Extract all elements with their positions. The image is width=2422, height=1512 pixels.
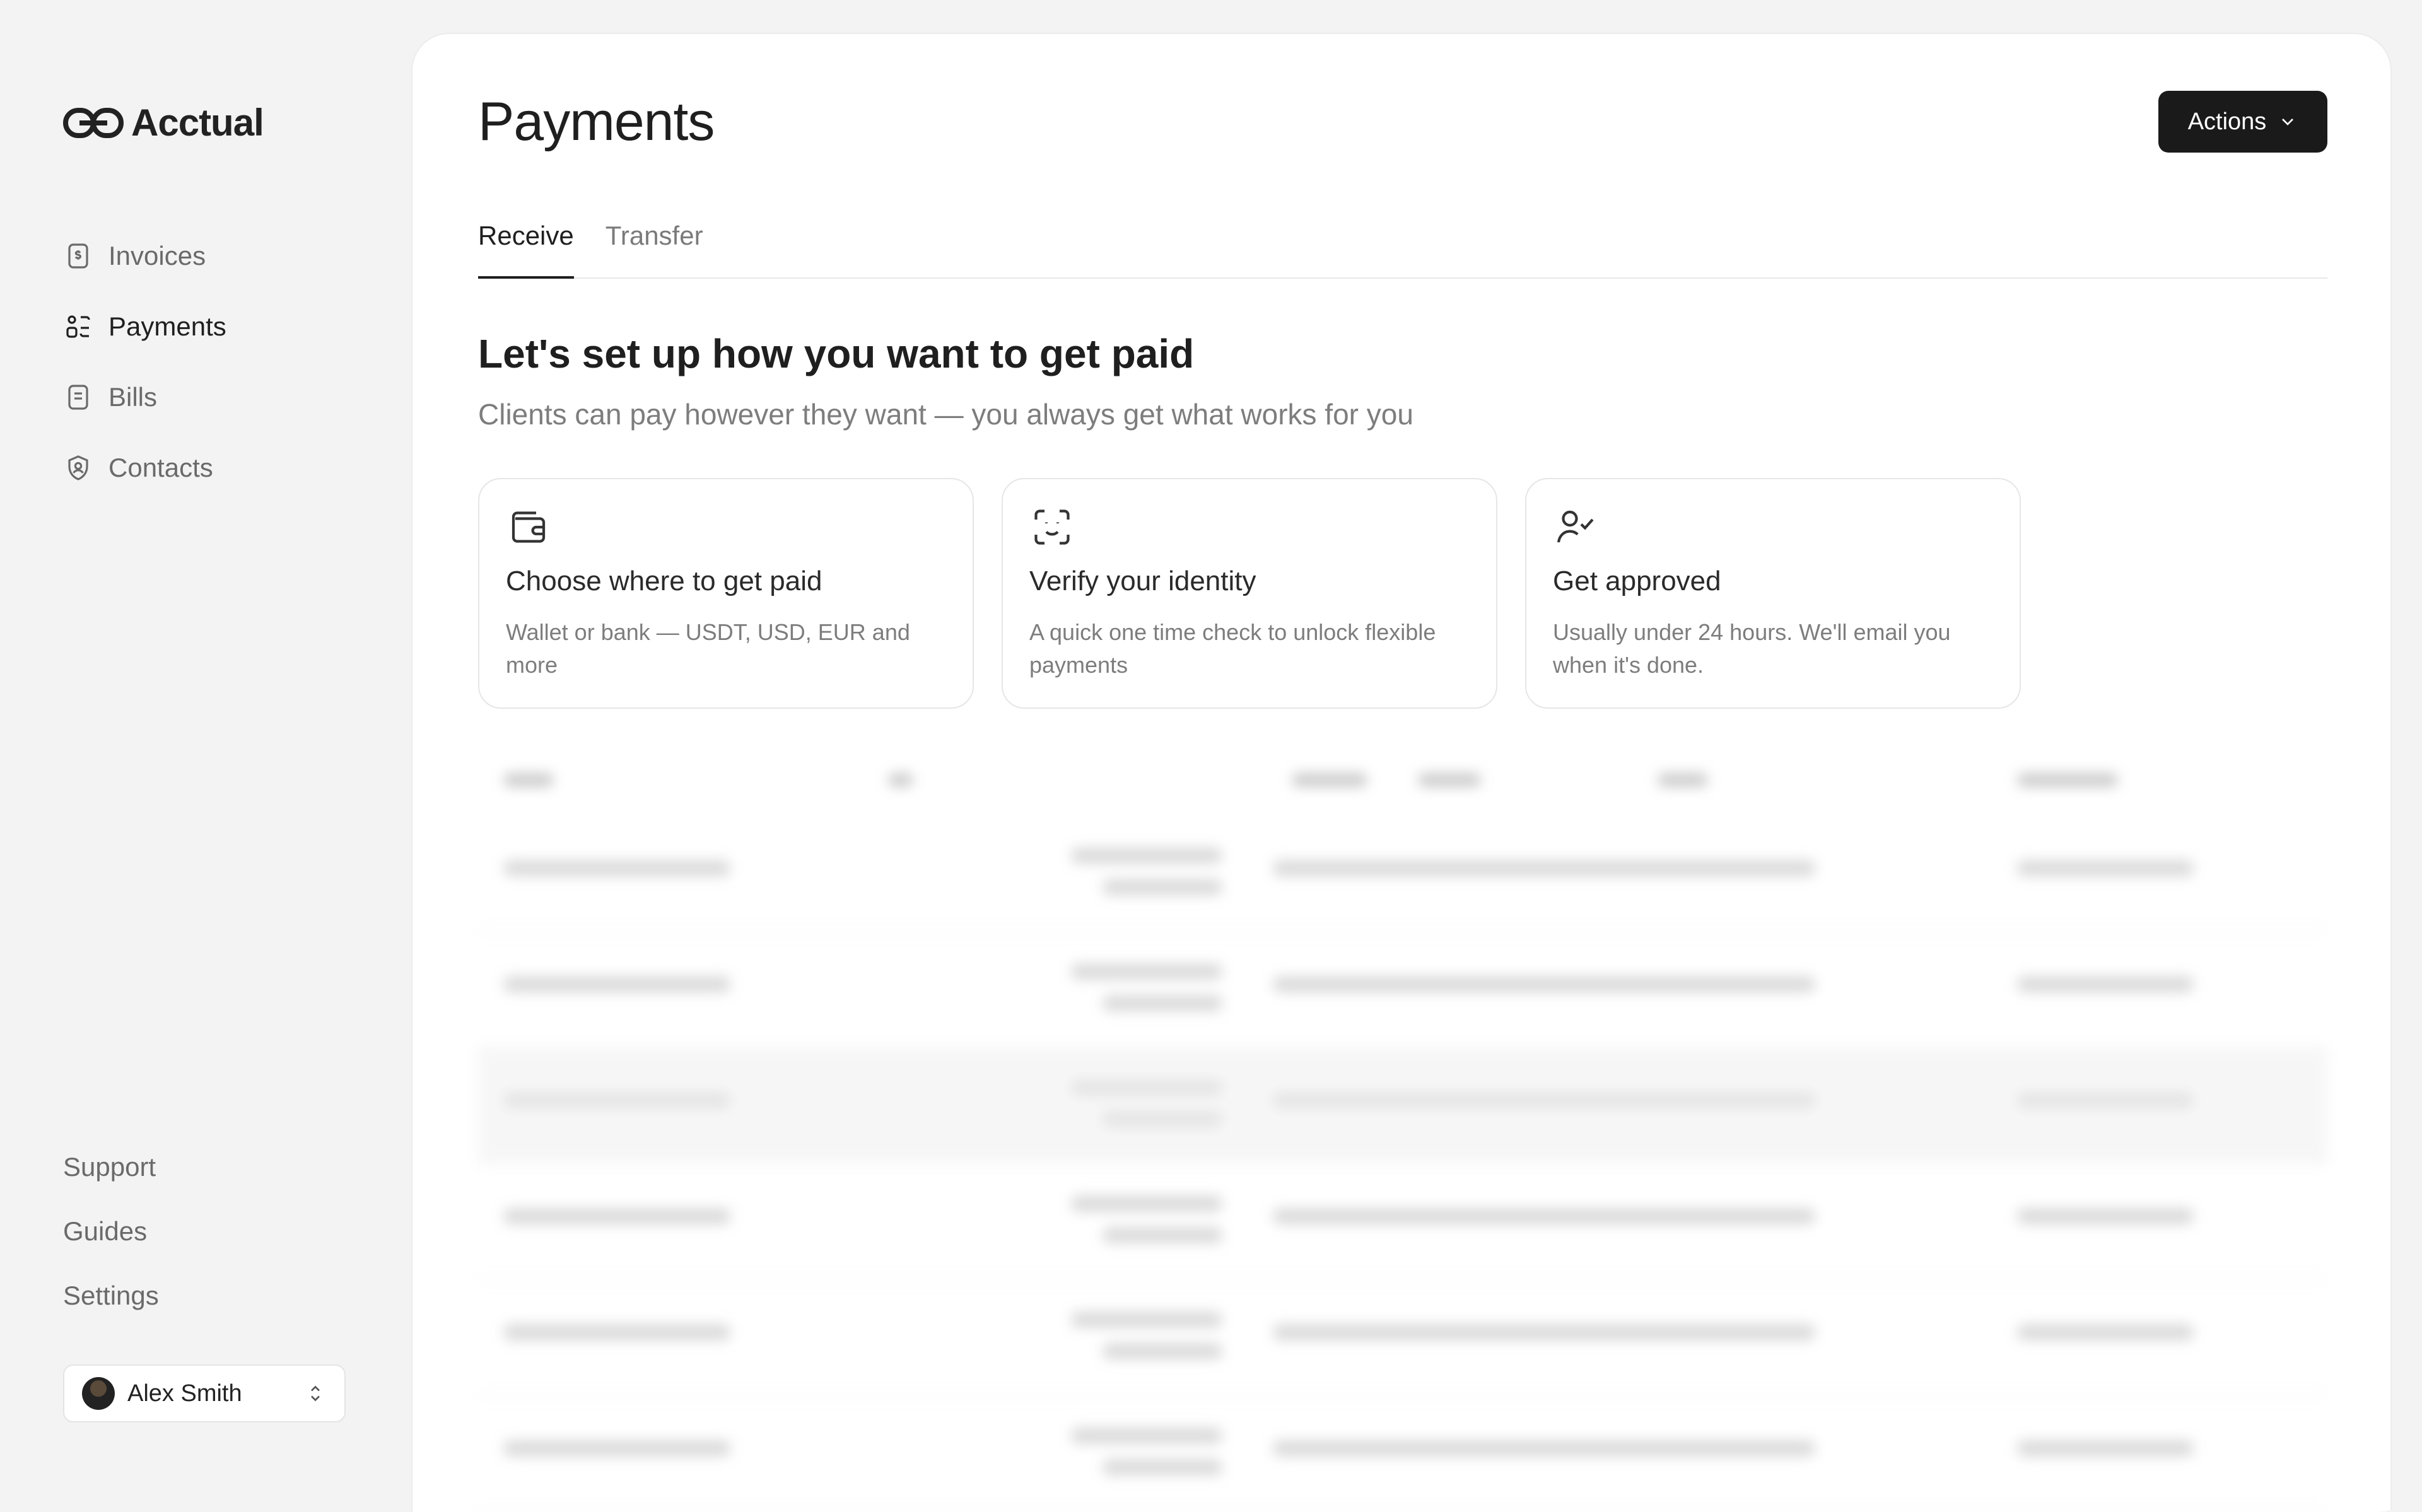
sidebar-item-contacts[interactable]: Contacts — [63, 433, 226, 503]
setup-steps: Choose where to get paid Wallet or bank … — [478, 478, 2021, 709]
header-placeholder — [1658, 773, 1708, 787]
brand-mark-icon — [63, 107, 124, 138]
user-name: Alex Smith — [127, 1380, 242, 1407]
actions-button[interactable]: Actions — [2158, 91, 2327, 153]
setup-heading: Let's set up how you want to get paid — [478, 331, 1195, 376]
sidebar-nav: Invoices Payments Bills Contacts — [63, 221, 226, 503]
support-link[interactable]: Support — [63, 1135, 159, 1199]
bill-icon — [68, 385, 88, 410]
avatar — [82, 1377, 115, 1410]
cell-placeholder — [503, 1208, 730, 1224]
header-placeholder — [888, 773, 913, 787]
cell-placeholder — [503, 860, 730, 876]
header-placeholder — [503, 773, 554, 787]
step-card-get-approved[interactable]: Get approved Usually under 24 hours. We'… — [1525, 478, 2021, 709]
header-placeholder — [2017, 773, 2118, 787]
brand-logo[interactable]: Acctual — [63, 101, 264, 144]
cell-placeholder — [1071, 1079, 1222, 1096]
tab-receive[interactable]: Receive — [478, 221, 574, 279]
cell-placeholder — [1071, 1428, 1222, 1444]
table-row — [478, 816, 2327, 932]
sidebar-item-bills[interactable]: Bills — [63, 362, 226, 433]
step-card-verify-identity[interactable]: Verify your identity A quick one time ch… — [1002, 478, 1497, 709]
cell-placeholder — [1273, 1440, 1815, 1457]
step-description: A quick one time check to unlock flexibl… — [1029, 619, 1436, 678]
cell-placeholder — [2017, 860, 2194, 876]
cell-placeholder — [1071, 847, 1222, 864]
cell-placeholder — [1273, 1208, 1815, 1224]
invoice-dollar-icon — [68, 243, 88, 269]
tab-transfer[interactable]: Transfer — [606, 221, 703, 279]
user-check-icon — [1557, 510, 1594, 543]
cell-placeholder — [1273, 860, 1815, 876]
cell-placeholder — [1071, 963, 1222, 980]
actions-button-label: Actions — [2187, 108, 2267, 135]
account-switcher[interactable]: Alex Smith — [63, 1364, 346, 1422]
guides-link[interactable]: Guides — [63, 1199, 159, 1264]
header-placeholder — [1418, 773, 1481, 787]
cell-placeholder — [503, 976, 730, 992]
step-title: Verify your identity — [1029, 566, 1256, 596]
sidebar-item-label: Bills — [108, 382, 158, 412]
chevron-up-down-icon — [311, 1385, 320, 1402]
table-row — [478, 1396, 2327, 1512]
page-title: Payments — [478, 91, 715, 152]
chevron-down-icon — [2282, 119, 2294, 125]
sidebar-item-label: Invoices — [108, 241, 206, 270]
cell-placeholder — [1103, 1459, 1222, 1475]
step-title: Get approved — [1553, 566, 1721, 596]
payments-icon — [66, 315, 90, 338]
brand-name: Acctual — [131, 102, 264, 144]
sidebar-item-label: Contacts — [108, 453, 213, 482]
sidebar-bottom-links: Support Guides Settings — [63, 1135, 159, 1328]
cell-placeholder — [1273, 976, 1815, 992]
table-row — [478, 1164, 2327, 1280]
contact-shield-icon — [68, 455, 88, 480]
cell-placeholder — [1071, 1195, 1222, 1212]
main-panel: Payments Actions Receive Transfer Let's … — [411, 33, 2392, 1512]
cell-placeholder — [1103, 1343, 1222, 1359]
sidebar: Acctual Invoices Payments Bills Contacts… — [0, 0, 411, 1512]
cell-placeholder — [1103, 995, 1222, 1011]
cell-placeholder — [2017, 1208, 2194, 1224]
cell-placeholder — [503, 1092, 730, 1108]
step-description: Usually under 24 hours. We'll email you … — [1553, 619, 1951, 678]
table-row — [478, 932, 2327, 1048]
sidebar-item-payments[interactable]: Payments — [63, 291, 226, 362]
step-card-choose-payout[interactable]: Choose where to get paid Wallet or bank … — [478, 478, 974, 709]
tab-bar: Receive Transfer — [478, 221, 2327, 279]
app-window: Acctual Invoices Payments Bills Contacts… — [0, 0, 2422, 1512]
header-placeholder — [1292, 773, 1367, 787]
cell-placeholder — [2017, 976, 2194, 992]
cell-placeholder — [1273, 1092, 1815, 1108]
face-scan-icon — [1034, 509, 1070, 545]
sidebar-item-label: Payments — [108, 311, 226, 341]
cell-placeholder — [2017, 1324, 2194, 1340]
settings-link[interactable]: Settings — [63, 1264, 159, 1328]
step-description: Wallet or bank — USDT, USD, EUR and more — [506, 619, 910, 678]
cell-placeholder — [1273, 1324, 1815, 1340]
cell-placeholder — [1103, 1111, 1222, 1127]
wallet-icon — [512, 511, 546, 543]
setup-subheading: Clients can pay however they want — you … — [478, 398, 1413, 431]
table-row — [478, 1280, 2327, 1396]
blurred-payments-table — [478, 747, 2327, 1512]
table-header — [478, 747, 2327, 816]
step-title: Choose where to get paid — [506, 566, 822, 596]
cell-placeholder — [503, 1324, 730, 1340]
cell-placeholder — [2017, 1440, 2194, 1457]
cell-placeholder — [1071, 1311, 1222, 1328]
table-row — [478, 1048, 2327, 1164]
cell-placeholder — [2017, 1092, 2194, 1108]
cell-placeholder — [1103, 1227, 1222, 1243]
cell-placeholder — [1103, 879, 1222, 895]
cell-placeholder — [503, 1440, 730, 1457]
sidebar-item-invoices[interactable]: Invoices — [63, 221, 226, 291]
